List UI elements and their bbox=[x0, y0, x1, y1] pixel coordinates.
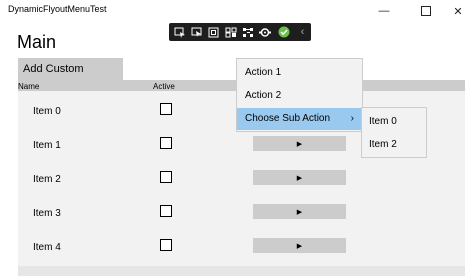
flyout-menu: Action 1 Action 2 Choose Sub Action › bbox=[236, 58, 363, 132]
play-icon: ▶ bbox=[296, 208, 303, 216]
column-header-active: Active bbox=[153, 82, 175, 91]
play-icon: ▶ bbox=[296, 140, 303, 148]
submenu-item-item-0[interactable]: Item 0 bbox=[362, 111, 426, 133]
row-label: Item 3 bbox=[33, 208, 61, 219]
title-bar: DynamicFlyoutMenuTest — ✕ bbox=[0, 0, 474, 22]
active-checkbox[interactable] bbox=[160, 239, 172, 251]
play-icon: ▶ bbox=[296, 242, 303, 250]
tab-add-custom-listitem[interactable]: Add Custom ListItem bbox=[18, 58, 123, 97]
play-button[interactable]: ▶ bbox=[253, 238, 346, 253]
menu-item-action-2[interactable]: Action 2 bbox=[237, 85, 362, 107]
menu-item-action-1[interactable]: Action 1 bbox=[237, 62, 362, 84]
maximize-icon bbox=[421, 6, 431, 16]
menu-item-choose-sub-action[interactable]: Choose Sub Action › bbox=[237, 108, 362, 130]
row-label: Item 2 bbox=[33, 174, 61, 185]
submenu-item-item-2[interactable]: Item 2 bbox=[362, 134, 426, 156]
minimize-button[interactable]: — bbox=[366, 0, 402, 22]
column-header-name: Name bbox=[18, 82, 40, 91]
row-label: Item 0 bbox=[33, 106, 61, 117]
active-checkbox[interactable] bbox=[160, 103, 172, 115]
play-icon: ▶ bbox=[296, 174, 303, 182]
play-button[interactable]: ▶ bbox=[253, 136, 346, 151]
list-footer bbox=[18, 266, 465, 276]
select-element-icon[interactable] bbox=[173, 26, 186, 38]
menu-item-label: Choose Sub Action bbox=[245, 113, 331, 124]
status-ok-icon bbox=[277, 26, 290, 38]
close-button[interactable]: ✕ bbox=[440, 0, 474, 22]
settings-icon[interactable] bbox=[258, 26, 271, 38]
window-title: DynamicFlyoutMenuTest bbox=[8, 4, 107, 14]
play-button[interactable]: ▶ bbox=[253, 170, 346, 185]
list-row: Item 4 ▶ bbox=[18, 230, 465, 264]
active-checkbox[interactable] bbox=[160, 205, 172, 217]
page-title: Main bbox=[17, 32, 57, 52]
list-row: Item 2 ▶ bbox=[18, 162, 465, 196]
xaml-binding-icon[interactable] bbox=[224, 26, 237, 38]
display-layout-icon[interactable] bbox=[190, 26, 203, 38]
hot-reload-icon[interactable] bbox=[241, 26, 254, 38]
active-checkbox[interactable] bbox=[160, 137, 172, 149]
active-checkbox[interactable] bbox=[160, 171, 172, 183]
chevron-right-icon: › bbox=[350, 113, 354, 124]
collapse-chevron-icon[interactable]: ‹ bbox=[296, 26, 309, 38]
minimize-icon: — bbox=[378, 5, 390, 17]
submenu: Item 0 Item 2 bbox=[361, 107, 427, 158]
row-label: Item 4 bbox=[33, 242, 61, 253]
maximize-button[interactable] bbox=[408, 0, 444, 22]
play-button[interactable]: ▶ bbox=[253, 204, 346, 219]
close-icon: ✕ bbox=[453, 5, 463, 18]
row-label: Item 1 bbox=[33, 140, 61, 151]
list-row: Item 3 ▶ bbox=[18, 196, 465, 230]
track-focus-icon[interactable] bbox=[207, 26, 220, 38]
debug-toolbar: ‹ bbox=[169, 23, 311, 41]
